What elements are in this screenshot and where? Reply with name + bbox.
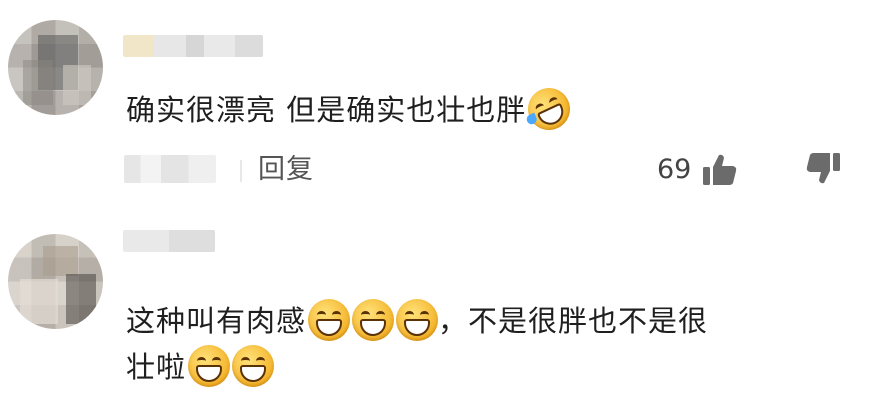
grin-emoji-icon: [396, 299, 439, 341]
reply-button[interactable]: 回复: [258, 152, 314, 188]
comment-text-line1: 这种叫有肉感: [126, 304, 307, 338]
avatar[interactable]: [8, 234, 103, 329]
comment-item-1: 确实很漂亮 但是确实也壮也胖 回复 69: [0, 0, 876, 210]
comment-text: 确实很漂亮 但是确实也壮也胖: [126, 81, 578, 137]
grin-emoji-icon: [232, 345, 275, 387]
username-blurred[interactable]: [123, 230, 215, 252]
comment-item-2: 这种叫有肉感 ，不是很胖也不是很 壮啦: [0, 210, 876, 406]
avatar[interactable]: [8, 20, 103, 115]
like-count: 69: [657, 154, 692, 185]
thumb-down-icon: [806, 153, 840, 184]
like-button[interactable]: [700, 149, 740, 189]
timestamp-blurred: [124, 155, 216, 183]
comment-text-line2: 壮啦: [126, 350, 187, 384]
dislike-button[interactable]: [803, 149, 843, 189]
comment-text-after-emoji: ，不是很胖也不是很: [438, 304, 709, 338]
rolling-laughing-emoji-icon: [521, 81, 578, 137]
comment-text-content: 确实很漂亮 但是确实也壮也胖: [126, 93, 527, 127]
thumb-up-icon: [703, 154, 737, 185]
grin-emoji-icon: [352, 299, 395, 341]
username-blurred[interactable]: [123, 35, 263, 57]
comment-text: 这种叫有肉感 ，不是很胖也不是很 壮啦: [126, 298, 866, 390]
grin-emoji-icon: [188, 345, 231, 387]
meta-divider: [240, 160, 242, 182]
grin-emoji-icon: [308, 299, 351, 341]
